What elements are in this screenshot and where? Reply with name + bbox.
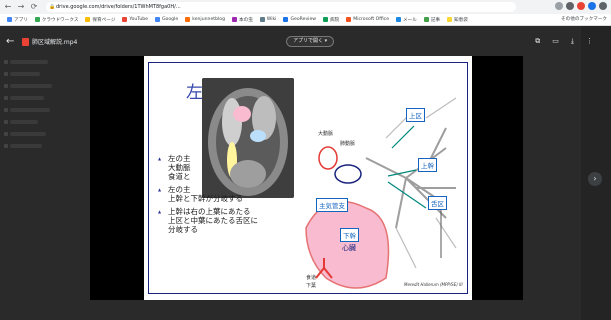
- upper-trunk-label: 上幹: [418, 158, 437, 172]
- aorta-label: 大動脈: [318, 131, 334, 137]
- bookmark-icon: [447, 17, 453, 22]
- menu-icon[interactable]: [599, 2, 607, 10]
- drive-nav-icon: [4, 108, 8, 112]
- slide-title: 左: [186, 83, 203, 103]
- drive-nav-icon: [4, 132, 8, 136]
- url-field[interactable]: 🔒 drive.google.com/drive/folders/1TWhMT8…: [46, 2, 516, 12]
- lingula-label: 舌区: [428, 196, 447, 210]
- bookmark-icon: [259, 17, 265, 22]
- arrow-left-icon[interactable]: ←: [6, 36, 14, 47]
- drive-nav-icon: [4, 144, 8, 148]
- drive-nav-item: [10, 96, 44, 100]
- bookmark-item[interactable]: 病院: [323, 17, 339, 23]
- bronchus-illustration: [305, 97, 457, 289]
- drive-nav-item: [10, 132, 46, 136]
- drive-nav-item: [10, 84, 52, 88]
- back-nav-icon[interactable]: ←: [3, 2, 13, 12]
- bookmark-icon: [85, 17, 91, 22]
- download-icon[interactable]: ⤓: [571, 37, 574, 46]
- viewer-toolbar: ← 肺区域解説.mp4 アプリで開く ▾ ⧉ ▭ ⤓ ⋮: [0, 34, 611, 50]
- bookmark-icon: [232, 17, 237, 22]
- lower-trunk-label: 下幹: [340, 228, 359, 242]
- bookmark-item[interactable]: GeoReview: [283, 17, 316, 22]
- bookmark-icon: [396, 17, 402, 22]
- lock-icon: 🔒: [49, 4, 56, 10]
- more-vert-icon[interactable]: ⋮: [586, 37, 593, 46]
- drive-nav-item: [10, 108, 50, 112]
- drive-nav-icon: [4, 60, 8, 64]
- video-frame-slide: 左 左の主 大動脈 食道と 左の主: [144, 56, 472, 300]
- bookmark-item[interactable]: Wiki: [259, 17, 276, 22]
- bookmark-icon: [185, 17, 191, 22]
- bookmark-item[interactable]: kenjunnetblog: [185, 17, 225, 22]
- bookmark-icon: [34, 17, 40, 22]
- add-to-drive-icon[interactable]: ⧉: [535, 37, 540, 46]
- extension-icons: [555, 2, 607, 10]
- video-file-icon: [22, 38, 29, 46]
- drive-nav-icon: [4, 72, 8, 76]
- extension-icon[interactable]: [577, 2, 585, 10]
- bookmark-icon: [423, 17, 429, 22]
- drive-nav-item: [10, 60, 48, 64]
- file-name: 肺区域解説.mp4: [32, 39, 78, 46]
- drive-nav-icon: [4, 96, 8, 100]
- drive-nav-icon: [4, 84, 8, 88]
- profile-avatar[interactable]: [588, 2, 596, 10]
- bookmark-item[interactable]: 知恵袋: [447, 17, 468, 23]
- pulmonary-artery-label: 肺動脈: [340, 141, 356, 147]
- address-bar-row: ← → ⟳ 🔒 drive.google.com/drive/folders/1…: [0, 0, 611, 14]
- bookmark-item[interactable]: Google: [155, 17, 178, 22]
- other-bookmarks[interactable]: その他のブックマーク: [561, 14, 607, 25]
- lower-lobe-label: 下葉: [306, 283, 317, 289]
- drive-nav-item: [10, 72, 40, 76]
- heart-label: 心臓: [342, 244, 356, 252]
- drive-nav-item: [10, 120, 38, 124]
- forward-nav-icon[interactable]: →: [16, 2, 26, 12]
- extension-icon[interactable]: [566, 2, 574, 10]
- reload-icon[interactable]: ⟳: [29, 2, 39, 12]
- upper-division-label: 上区: [406, 108, 425, 122]
- bookmark-item[interactable]: クラウドワークス: [34, 17, 78, 23]
- bookmarks-bar: アプリ クラウドワークス 保育ページ YouTube Google kenjun…: [0, 14, 611, 26]
- bookmark-item[interactable]: 記事: [423, 17, 440, 23]
- browser-window: ← → ⟳ 🔒 drive.google.com/drive/folders/1…: [0, 0, 611, 320]
- bullet-item: 左の主 上幹と下幹が分岐する: [158, 185, 298, 203]
- figure-caption: Meredit Hallerum (MPP/SE) III: [404, 282, 463, 287]
- bookmark-item[interactable]: アプリ: [7, 17, 28, 23]
- bookmark-icon: [7, 17, 12, 22]
- drive-nav-item: [10, 144, 42, 148]
- bullet-item: 上幹は右の上葉にあたる 上区と中葉にあたる舌区に 分岐する: [158, 207, 298, 234]
- esophagus-label: 食道: [306, 275, 317, 281]
- bullet-list: 左の主 大動脈 食道と 左の主 上幹と下幹が分岐する 上幹は右の上葉にあたる 上…: [158, 154, 298, 238]
- drive-nav-icon: [4, 120, 8, 124]
- bookmark-item[interactable]: YouTube: [122, 17, 148, 22]
- bookmark-item[interactable]: メール: [396, 17, 417, 23]
- chevron-right-icon[interactable]: ›: [588, 172, 602, 186]
- main-bronchus-label: 主気管支: [316, 198, 348, 212]
- extension-icon[interactable]: [555, 2, 563, 10]
- bookmark-icon: [323, 17, 329, 22]
- bookmark-icon: [122, 17, 128, 22]
- bookmark-item[interactable]: Microsoft Office: [346, 17, 389, 22]
- open-with-button[interactable]: アプリで開く ▾: [286, 36, 335, 47]
- bookmark-icon: [283, 17, 289, 22]
- bookmark-icon: [346, 17, 352, 22]
- bookmark-item[interactable]: 本の虫: [232, 17, 253, 23]
- comment-icon[interactable]: ▭: [552, 37, 559, 46]
- bookmark-item[interactable]: 保育ページ: [85, 17, 115, 23]
- bronchus-diagram: 大動脈 肺動脈 上区 上幹 舌区 主気管支 下幹 心臓 食道 下葉 Meredi…: [296, 78, 466, 290]
- viewer-actions: ⧉ ▭ ⤓ ⋮: [535, 37, 593, 46]
- bullet-item: 左の主 大動脈 食道と: [158, 154, 298, 181]
- bookmark-icon: [155, 17, 160, 22]
- url-text: drive.google.com/drive/folders/1TWhMT8fg…: [56, 4, 181, 10]
